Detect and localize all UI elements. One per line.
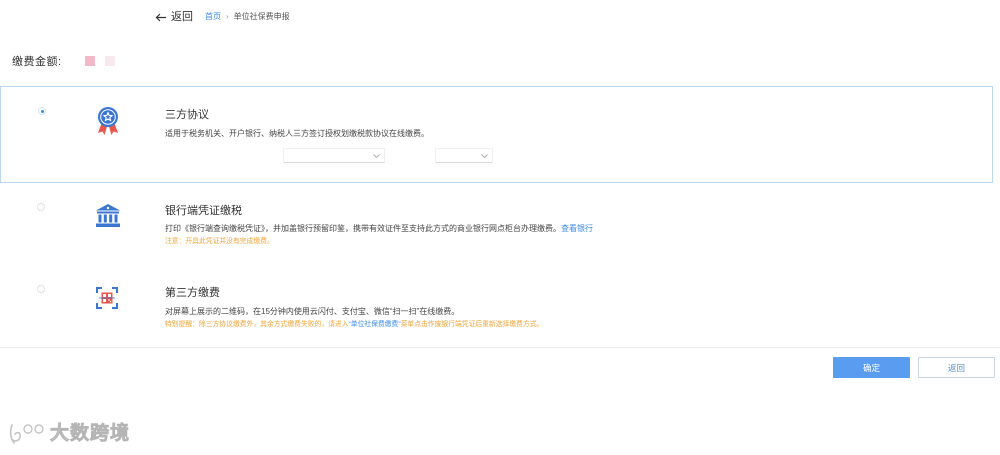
amount-value-chip — [85, 56, 95, 66]
radio-tripartite[interactable] — [38, 107, 46, 115]
amount-label: 缴费金额: — [12, 56, 62, 68]
option-description: 适用于税务机关、开户银行、纳税人三方签订授权划缴税款协议在线缴费。 — [165, 129, 429, 138]
option-note: 特别提醒：除三方协议缴费外，其余方式缴费失败的，请进入“单位社保费缴费”菜单点击… — [165, 320, 543, 329]
option-note-prefix: 特别提醒：除三方协议缴费外，其余方式缴费失败的，请进入 — [165, 321, 349, 328]
option-title: 三方协议 — [165, 109, 209, 121]
agreement-dropdown-2[interactable] — [435, 148, 493, 163]
breadcrumb: 首页 › 单位社保费申报 — [205, 12, 290, 22]
watermark-logo: 大数跨境 — [8, 422, 130, 446]
option-note: 注意：开具此凭证并没有完成缴费。 — [165, 238, 274, 245]
payment-option-tripartite[interactable]: 三方协议 适用于税务机关、开户银行、纳税人三方签订授权划缴税款协议在线缴费。 — [0, 86, 993, 183]
option-note-suffix: 菜单点击作废银行端凭证后重新选择缴费方式。 — [400, 321, 544, 328]
view-banks-link[interactable]: 查看银行 — [561, 224, 593, 233]
watermark-text: 大数跨境 — [50, 423, 131, 445]
chevron-down-icon — [481, 154, 488, 158]
qr-scan-icon — [96, 287, 118, 309]
chevron-down-icon — [373, 154, 380, 158]
back-button[interactable]: 返回 — [918, 357, 995, 378]
back-link-label: 返回 — [171, 11, 193, 23]
amount-value-chip — [105, 56, 115, 66]
radio-bank-voucher[interactable] — [37, 203, 45, 211]
option-description: 打印《银行端查询缴税凭证》，并加盖银行预留印鉴，携带有效证件至支持此方式的商业银… — [165, 224, 593, 234]
payment-option-bank-voucher[interactable]: 银行端凭证缴税 打印《银行端查询缴税凭证》，并加盖银行预留印鉴，携带有效证件至支… — [0, 190, 993, 260]
agreement-dropdown-1[interactable] — [283, 148, 385, 163]
option-title: 银行端凭证缴税 — [165, 205, 242, 217]
option-description-text: 打印《银行端查询缴税凭证》，并加盖银行预留印鉴，携带有效证件至支持此方式的商业银… — [165, 224, 561, 233]
social-insurance-payment-link[interactable]: “单位社保费缴费” — [349, 321, 401, 328]
back-link[interactable]: 返回 — [155, 10, 193, 24]
watermark-logo-icon — [8, 422, 46, 446]
option-description: 对屏幕上展示的二维码，在15分钟内使用云闪付、支付宝、微信“扫一扫”在线缴费。 — [165, 307, 460, 316]
arrow-left-icon — [155, 13, 167, 22]
confirm-button[interactable]: 确定 — [833, 357, 910, 378]
breadcrumb-home[interactable]: 首页 — [205, 12, 221, 22]
option-title: 第三方缴费 — [165, 287, 220, 299]
radio-third-party[interactable] — [37, 285, 45, 293]
breadcrumb-separator: › — [226, 12, 229, 21]
divider — [0, 347, 1000, 348]
payment-option-third-party[interactable]: 第三方缴费 对屏幕上展示的二维码，在15分钟内使用云闪付、支付宝、微信“扫一扫”… — [0, 272, 993, 342]
breadcrumb-current: 单位社保费申报 — [233, 12, 290, 21]
bank-icon — [95, 203, 121, 228]
award-badge-icon — [96, 106, 120, 135]
